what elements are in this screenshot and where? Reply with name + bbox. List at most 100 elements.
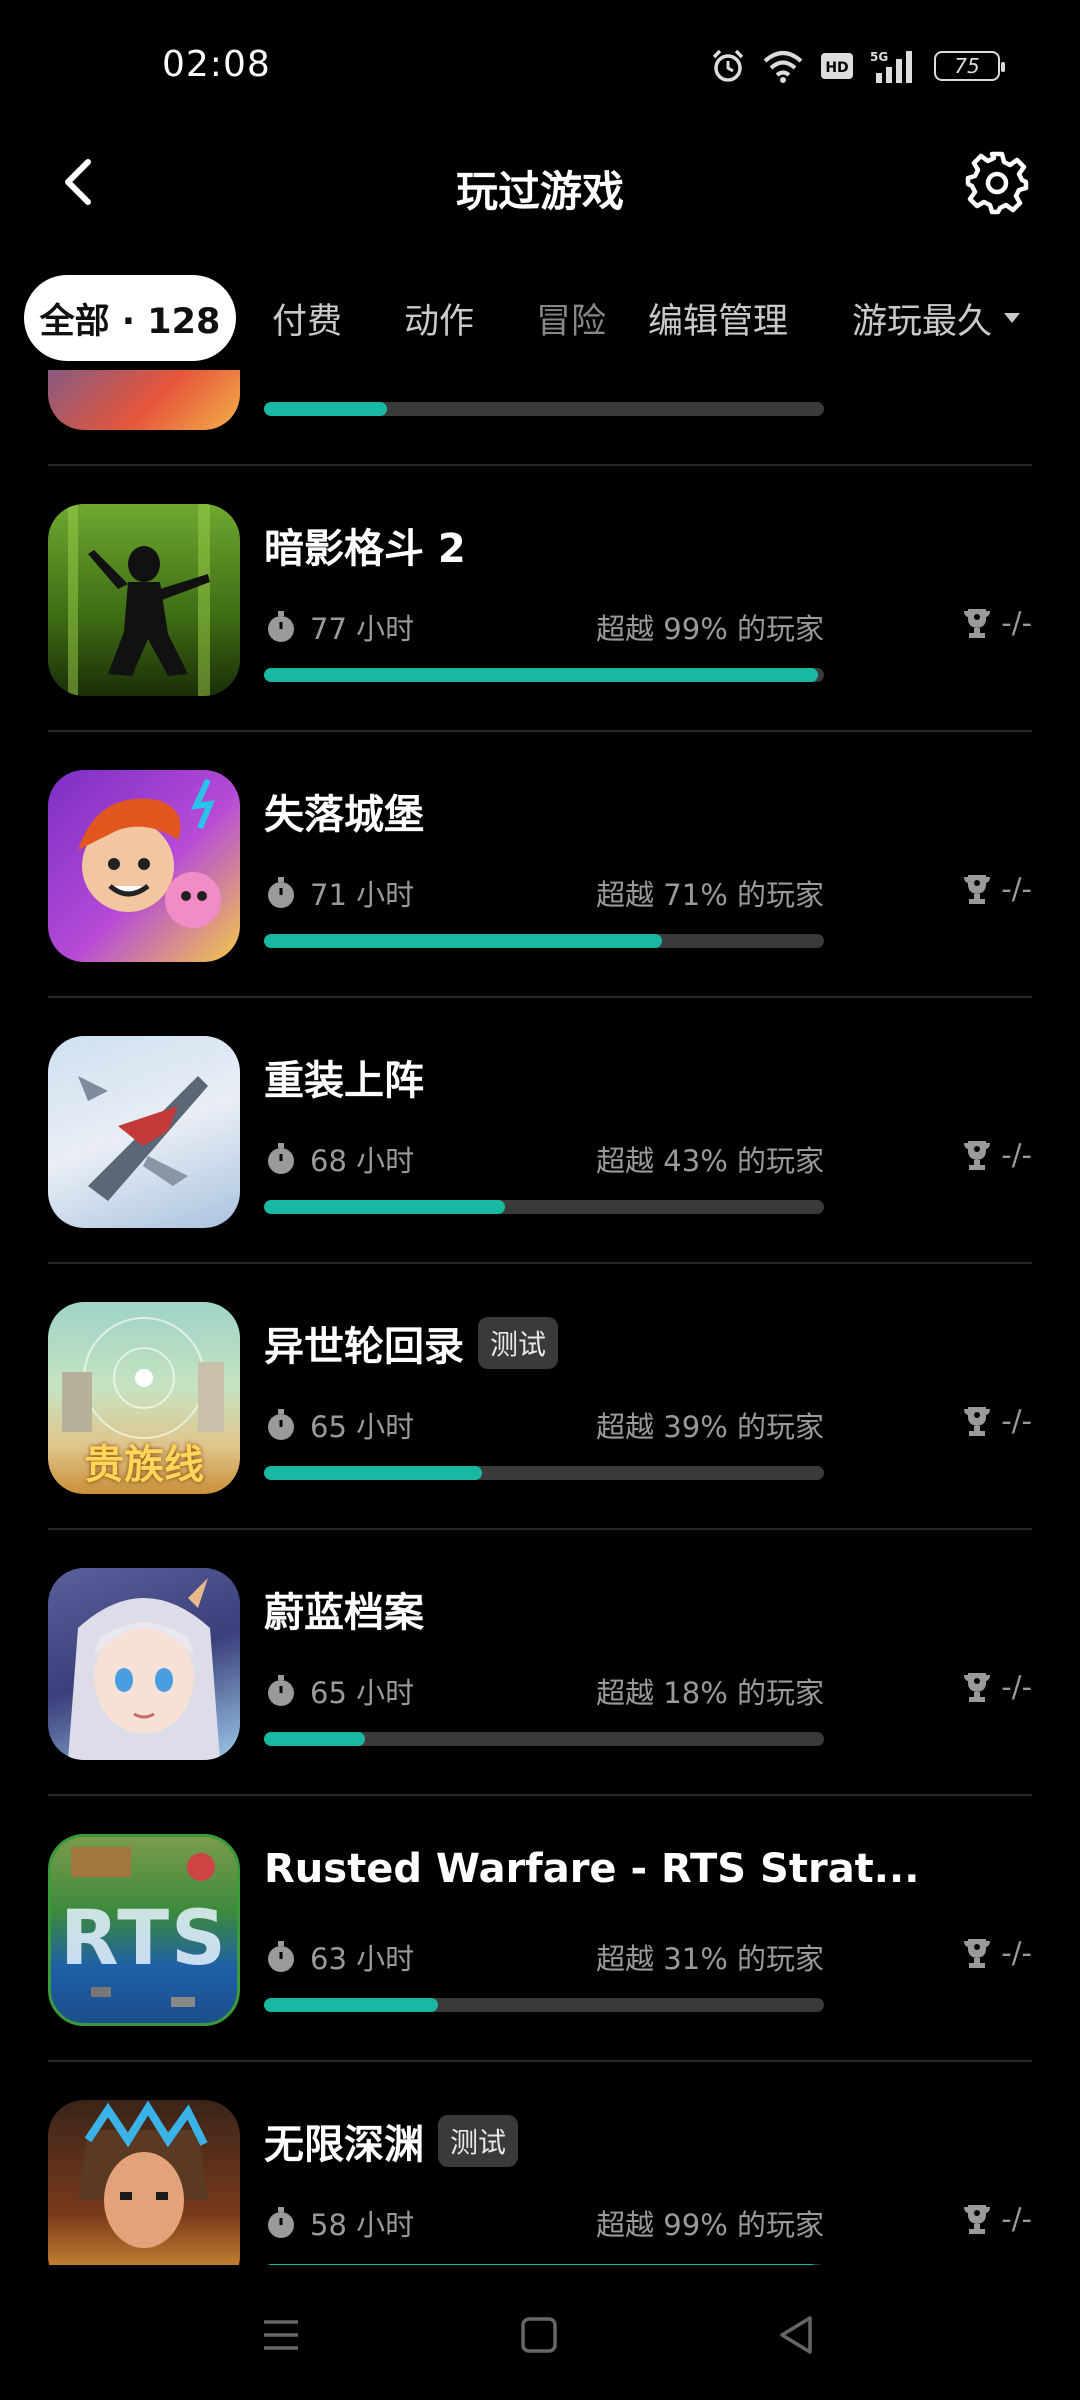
page-title: 玩过游戏 (455, 167, 624, 216)
trophy-icon (964, 609, 991, 638)
playtime-hours: 58 小时 (310, 2208, 415, 2242)
wifi-icon (763, 51, 803, 83)
game-title: 重装上阵 (264, 1058, 424, 1104)
game-title-line: 无限深渊 测试 (264, 2112, 519, 2170)
tab-adventure[interactable]: 冒险 (536, 275, 606, 361)
svg-text:5G: 5G (870, 50, 888, 64)
achievement-count: -/- (1001, 1936, 1032, 1970)
system-nav-bar (0, 2265, 1080, 2400)
game-title: 蔚蓝档案 (264, 1590, 424, 1636)
lost-castle-icon (48, 770, 240, 962)
gear-icon[interactable] (964, 150, 1030, 216)
progress-fill (264, 1200, 505, 1214)
tab-all[interactable]: 全部 · 128 (24, 275, 236, 361)
game-icon-partial (48, 370, 240, 430)
achievement-count: -/- (1001, 2202, 1032, 2236)
game-title-line: 蔚蓝档案 (264, 1580, 424, 1638)
game-title: 暗影格斗 2 (264, 526, 466, 572)
game-title-line: 重装上阵 (264, 1048, 424, 1106)
achievement: -/- (963, 606, 1032, 640)
tab-edit-manage[interactable]: 编辑管理 (648, 275, 788, 361)
game-title-line: Rusted Warfare - RTS Strat... (264, 1846, 919, 1892)
progress-fill (264, 668, 819, 682)
percentile-text: 超越 99% 的玩家 (596, 2208, 824, 2242)
game-row[interactable] (0, 370, 1080, 466)
game-row[interactable]: 暗影格斗 2 77 小时 超越 99% 的玩家 -/- (0, 466, 1080, 732)
game-meta: 71 小时 超越 71% 的玩家 (264, 872, 824, 912)
shadow-fight-icon (48, 504, 240, 696)
back-triangle-icon[interactable] (772, 2310, 822, 2360)
trophy-icon (964, 1407, 991, 1436)
progress-fill (264, 1998, 438, 2012)
game-title: 无限深渊 (264, 2122, 424, 2168)
achievement: -/- (963, 1936, 1032, 1970)
progress-fill (264, 1466, 483, 1480)
achievement: -/- (963, 2202, 1032, 2236)
achievement-count: -/- (1001, 606, 1032, 640)
stopwatch-icon (268, 1143, 294, 1174)
home-icon[interactable] (514, 2310, 564, 2360)
tab-action[interactable]: 动作 (404, 275, 474, 361)
game-row[interactable]: 无限深渊 测试 58 小时 超越 99% 的玩家 -/- (0, 2062, 1080, 2265)
game-meta: 77 小时 超越 99% 的玩家 (264, 606, 824, 646)
beta-tag: 测试 (438, 2115, 519, 2167)
progress-fill (264, 402, 388, 416)
playtime-hours: 77 小时 (310, 612, 415, 646)
game-row[interactable]: 蔚蓝档案 65 小时 超越 18% 的玩家 -/- (0, 1530, 1080, 1796)
game-meta: 58 小时 超越 99% 的玩家 (264, 2202, 824, 2242)
percentile-text: 超越 43% 的玩家 (596, 1144, 824, 1178)
svg-text:HD: HD (825, 60, 848, 76)
achievement-count: -/- (1001, 1138, 1032, 1172)
percentile-text: 超越 71% 的玩家 (596, 878, 824, 912)
game-row[interactable]: 重装上阵 68 小时 超越 43% 的玩家 -/- (0, 998, 1080, 1264)
achievement: -/- (963, 872, 1032, 906)
beta-tag: 测试 (478, 1317, 559, 1369)
trophy-icon (964, 1141, 991, 1170)
trophy-icon (964, 1939, 991, 1968)
status-bar: 02:08 HD 5G 75 (0, 0, 1080, 130)
trophy-icon (964, 2205, 991, 2234)
progress-fill (264, 934, 662, 948)
stopwatch-icon (268, 2207, 294, 2238)
game-row[interactable]: RTS Rusted Warfare - RTS Strat... 63 小时 … (0, 1796, 1080, 2062)
sort-dropdown[interactable]: 游玩最久 (852, 275, 1021, 361)
caret-down-icon (1004, 313, 1021, 323)
hd-icon: HD (821, 53, 853, 79)
sort-label: 游玩最久 (852, 301, 993, 342)
achievement-count: -/- (1001, 872, 1032, 906)
game-meta: 63 小时 超越 31% 的玩家 (264, 1936, 824, 1976)
game-meta: 68 小时 超越 43% 的玩家 (264, 1138, 824, 1178)
tab-paid[interactable]: 付费 (272, 275, 342, 361)
game-list[interactable]: 暗影格斗 2 77 小时 超越 99% 的玩家 -/- 失落城堡 71 小时 超… (0, 370, 1080, 2265)
game-meta: 65 小时 超越 18% 的玩家 (264, 1670, 824, 1710)
filter-tabs: 全部 · 128 付费 动作 冒险 编辑管理 游玩最久 (0, 275, 1080, 361)
playtime-hours: 63 小时 (310, 1942, 415, 1976)
playtime: 63 小时 (264, 1936, 414, 1978)
battery-icon: 75 (934, 51, 1005, 81)
game-row[interactable]: 贵族线 异世轮回录 测试 65 小时 超越 39% 的玩家 -/- (0, 1264, 1080, 1530)
jet-fighter-icon (48, 1036, 240, 1228)
percentile-text: 超越 99% 的玩家 (596, 612, 824, 646)
progress-track (264, 402, 824, 416)
stopwatch-icon (268, 1675, 294, 1706)
playtime: 58 小时 (264, 2202, 414, 2244)
anime-girl-icon (48, 1568, 240, 1760)
thumb-caption: 贵族线 (84, 1442, 204, 1488)
stopwatch-icon (268, 1941, 294, 1972)
playtime-hours: 65 小时 (310, 1676, 415, 1710)
battery-level: 75 (954, 54, 980, 78)
playtime: 65 小时 (264, 1670, 414, 1712)
game-title: 失落城堡 (264, 792, 424, 838)
5g-signal-icon: 5G (870, 50, 912, 83)
achievement: -/- (963, 1138, 1032, 1172)
playtime-hours: 71 小时 (310, 878, 415, 912)
castle-landscape-icon: 贵族线 (48, 1302, 240, 1494)
progress-track (264, 1998, 824, 2012)
progress-track (264, 1732, 824, 1746)
game-title-line: 暗影格斗 2 (264, 516, 466, 574)
status-time: 02:08 (162, 44, 271, 85)
game-row[interactable]: 失落城堡 71 小时 超越 71% 的玩家 -/- (0, 732, 1080, 998)
stopwatch-icon (268, 1409, 294, 1440)
menu-icon[interactable] (256, 2310, 306, 2360)
stopwatch-icon (268, 877, 294, 908)
